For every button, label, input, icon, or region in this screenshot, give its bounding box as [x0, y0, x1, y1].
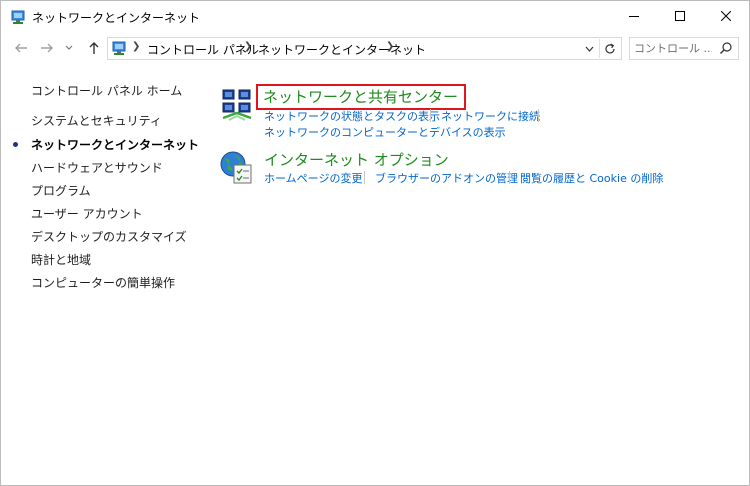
link-separator	[538, 109, 539, 122]
nav-item-desktop-customization[interactable]: デスクトップのカスタマイズ	[31, 228, 187, 245]
internet-options-link[interactable]: インターネット オプション	[264, 149, 449, 170]
refresh-button[interactable]	[599, 39, 620, 58]
nav-item-user-accounts[interactable]: ユーザー アカウント	[31, 205, 143, 222]
link-separator	[430, 109, 431, 122]
up-button[interactable]	[84, 38, 104, 58]
nav-item-network-internet: ネットワークとインターネット	[31, 138, 200, 152]
close-button[interactable]	[703, 1, 749, 32]
address-dropdown-button[interactable]	[580, 40, 598, 58]
nav-item-hardware-sound[interactable]: ハードウェアとサウンド	[31, 159, 163, 176]
address-bar[interactable]: ❯ コントロール パネル ❯ ネットワークとインターネット ❯	[107, 37, 622, 60]
recent-locations-button[interactable]	[62, 38, 76, 58]
minimize-icon	[629, 16, 639, 17]
refresh-icon	[605, 43, 615, 54]
search-box[interactable]	[629, 37, 739, 60]
current-page-bullet	[13, 142, 18, 147]
breadcrumb-separator-icon[interactable]: ❯	[132, 41, 140, 52]
nav-item-programs[interactable]: プログラム	[31, 182, 91, 199]
breadcrumb-separator-icon[interactable]: ❯	[386, 41, 394, 52]
minimize-button[interactable]	[611, 1, 657, 32]
title-bar[interactable]: ネットワークとインターネット	[1, 1, 749, 32]
up-arrow-icon	[89, 42, 99, 54]
search-input[interactable]	[634, 40, 712, 56]
chevron-down-icon	[585, 46, 593, 52]
control-panel-icon	[112, 41, 126, 55]
breadcrumb-control-panel[interactable]: コントロール パネル	[147, 41, 259, 58]
link-separator	[364, 171, 365, 184]
nav-item-clock-region[interactable]: 時計と地域	[31, 251, 91, 268]
internet-options-icon[interactable]	[219, 150, 255, 186]
maximize-button[interactable]	[657, 1, 703, 32]
nav-control-panel-home[interactable]: コントロール パネル ホーム	[31, 82, 182, 99]
view-network-computers-link[interactable]: ネットワークのコンピューターとデバイスの表示	[264, 124, 506, 140]
nav-item-ease-of-access[interactable]: コンピューターの簡単操作	[31, 274, 175, 291]
chevron-down-icon	[65, 45, 73, 50]
breadcrumb-separator-icon[interactable]: ❯	[244, 41, 252, 52]
maximize-icon	[675, 11, 685, 21]
window-title: ネットワークとインターネット	[32, 11, 201, 25]
network-sharing-center-icon[interactable]	[219, 87, 255, 123]
breadcrumb-network-internet[interactable]: ネットワークとインターネット	[258, 41, 426, 58]
forward-arrow-icon	[41, 43, 53, 53]
manage-browser-addons-link[interactable]: ブラウザーのアドオンの管理	[375, 170, 518, 186]
back-arrow-icon	[15, 43, 27, 53]
back-button[interactable]	[11, 38, 31, 58]
search-icon[interactable]	[719, 41, 733, 55]
navigation-bar: ❯ コントロール パネル ❯ ネットワークとインターネット ❯	[1, 33, 749, 63]
close-icon	[720, 10, 732, 22]
change-home-page-link[interactable]: ホームページの変更	[264, 170, 362, 186]
forward-button[interactable]	[37, 38, 57, 58]
network-sharing-center-link[interactable]: ネットワークと共有センター	[256, 84, 467, 110]
connect-to-network-link[interactable]: ネットワークに接続	[441, 108, 540, 124]
view-network-status-link[interactable]: ネットワークの状態とタスクの表示	[264, 108, 440, 124]
link-separator	[509, 171, 510, 184]
delete-browsing-history-link[interactable]: 閲覧の履歴と Cookie の削除	[520, 170, 663, 186]
nav-item-system-security[interactable]: システムとセキュリティ	[31, 112, 162, 129]
control-panel-window: ネットワークとインターネット ❯ コントロール パネル ❯ ネットワークとインタ…	[0, 0, 750, 486]
control-panel-icon	[11, 10, 25, 24]
